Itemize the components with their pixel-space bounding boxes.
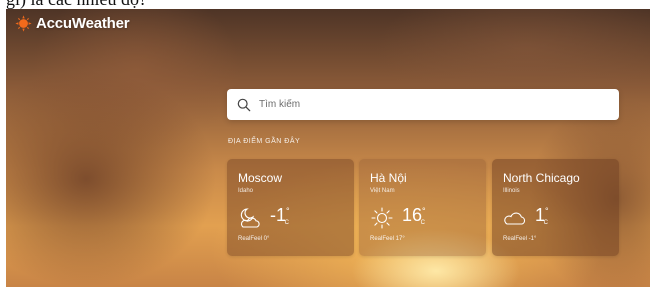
city-name: North Chicago (503, 171, 580, 185)
temperature-value: -1 (270, 205, 287, 225)
region-name: Việt Nam (370, 188, 395, 194)
degree-symbol: ° (422, 206, 426, 216)
degree-symbol: ° (545, 206, 549, 216)
search-box[interactable] (227, 89, 619, 120)
cloud-icon (504, 212, 526, 225)
search-input[interactable] (259, 99, 599, 110)
location-card-moscow[interactable]: Moscow Idaho -1° C RealFeel 0° (227, 159, 354, 256)
temperature-unit: C (420, 220, 425, 226)
temperature: 1°C (535, 205, 553, 226)
temperature: 16° C (402, 205, 430, 226)
temperature-unit: C (543, 220, 548, 226)
partly-cloudy-night-icon (240, 208, 260, 228)
document-text-fragment: gì) là các nhiều độ? (6, 0, 147, 9)
document-text-strip: gì) là các nhiều độ? (0, 0, 650, 9)
temperature: -1° C (270, 205, 294, 226)
temperature-unit: C (284, 220, 289, 226)
city-name: Hà Nội (370, 171, 407, 185)
brand-name: AccuWeather (36, 15, 130, 32)
temperature-value: 16 (402, 205, 423, 225)
recent-locations-heading: ĐỊA ĐIỂM GẦN ĐÂY (228, 138, 301, 145)
location-card-north-chicago[interactable]: North Chicago Illinois 1°C RealFeel -1° (492, 159, 619, 256)
city-name: Moscow (238, 171, 283, 185)
accuweather-home: AccuWeather ĐỊA ĐIỂM GẦN ĐÂY Moscow Idah… (6, 9, 650, 287)
accuweather-logo[interactable]: AccuWeather (15, 15, 130, 32)
sun-logo-icon (15, 15, 32, 32)
realfeel-value: RealFeel 0° (238, 236, 270, 242)
location-card-ha-noi[interactable]: Hà Nội Việt Nam 16° C RealFeel 17° (359, 159, 486, 256)
degree-symbol: ° (286, 206, 290, 216)
region-name: Illinois (503, 188, 520, 194)
region-name: Idaho (238, 188, 254, 194)
search-icon (237, 98, 251, 111)
sun-icon (371, 207, 393, 229)
realfeel-value: RealFeel -1° (503, 236, 537, 242)
realfeel-value: RealFeel 17° (370, 236, 405, 242)
